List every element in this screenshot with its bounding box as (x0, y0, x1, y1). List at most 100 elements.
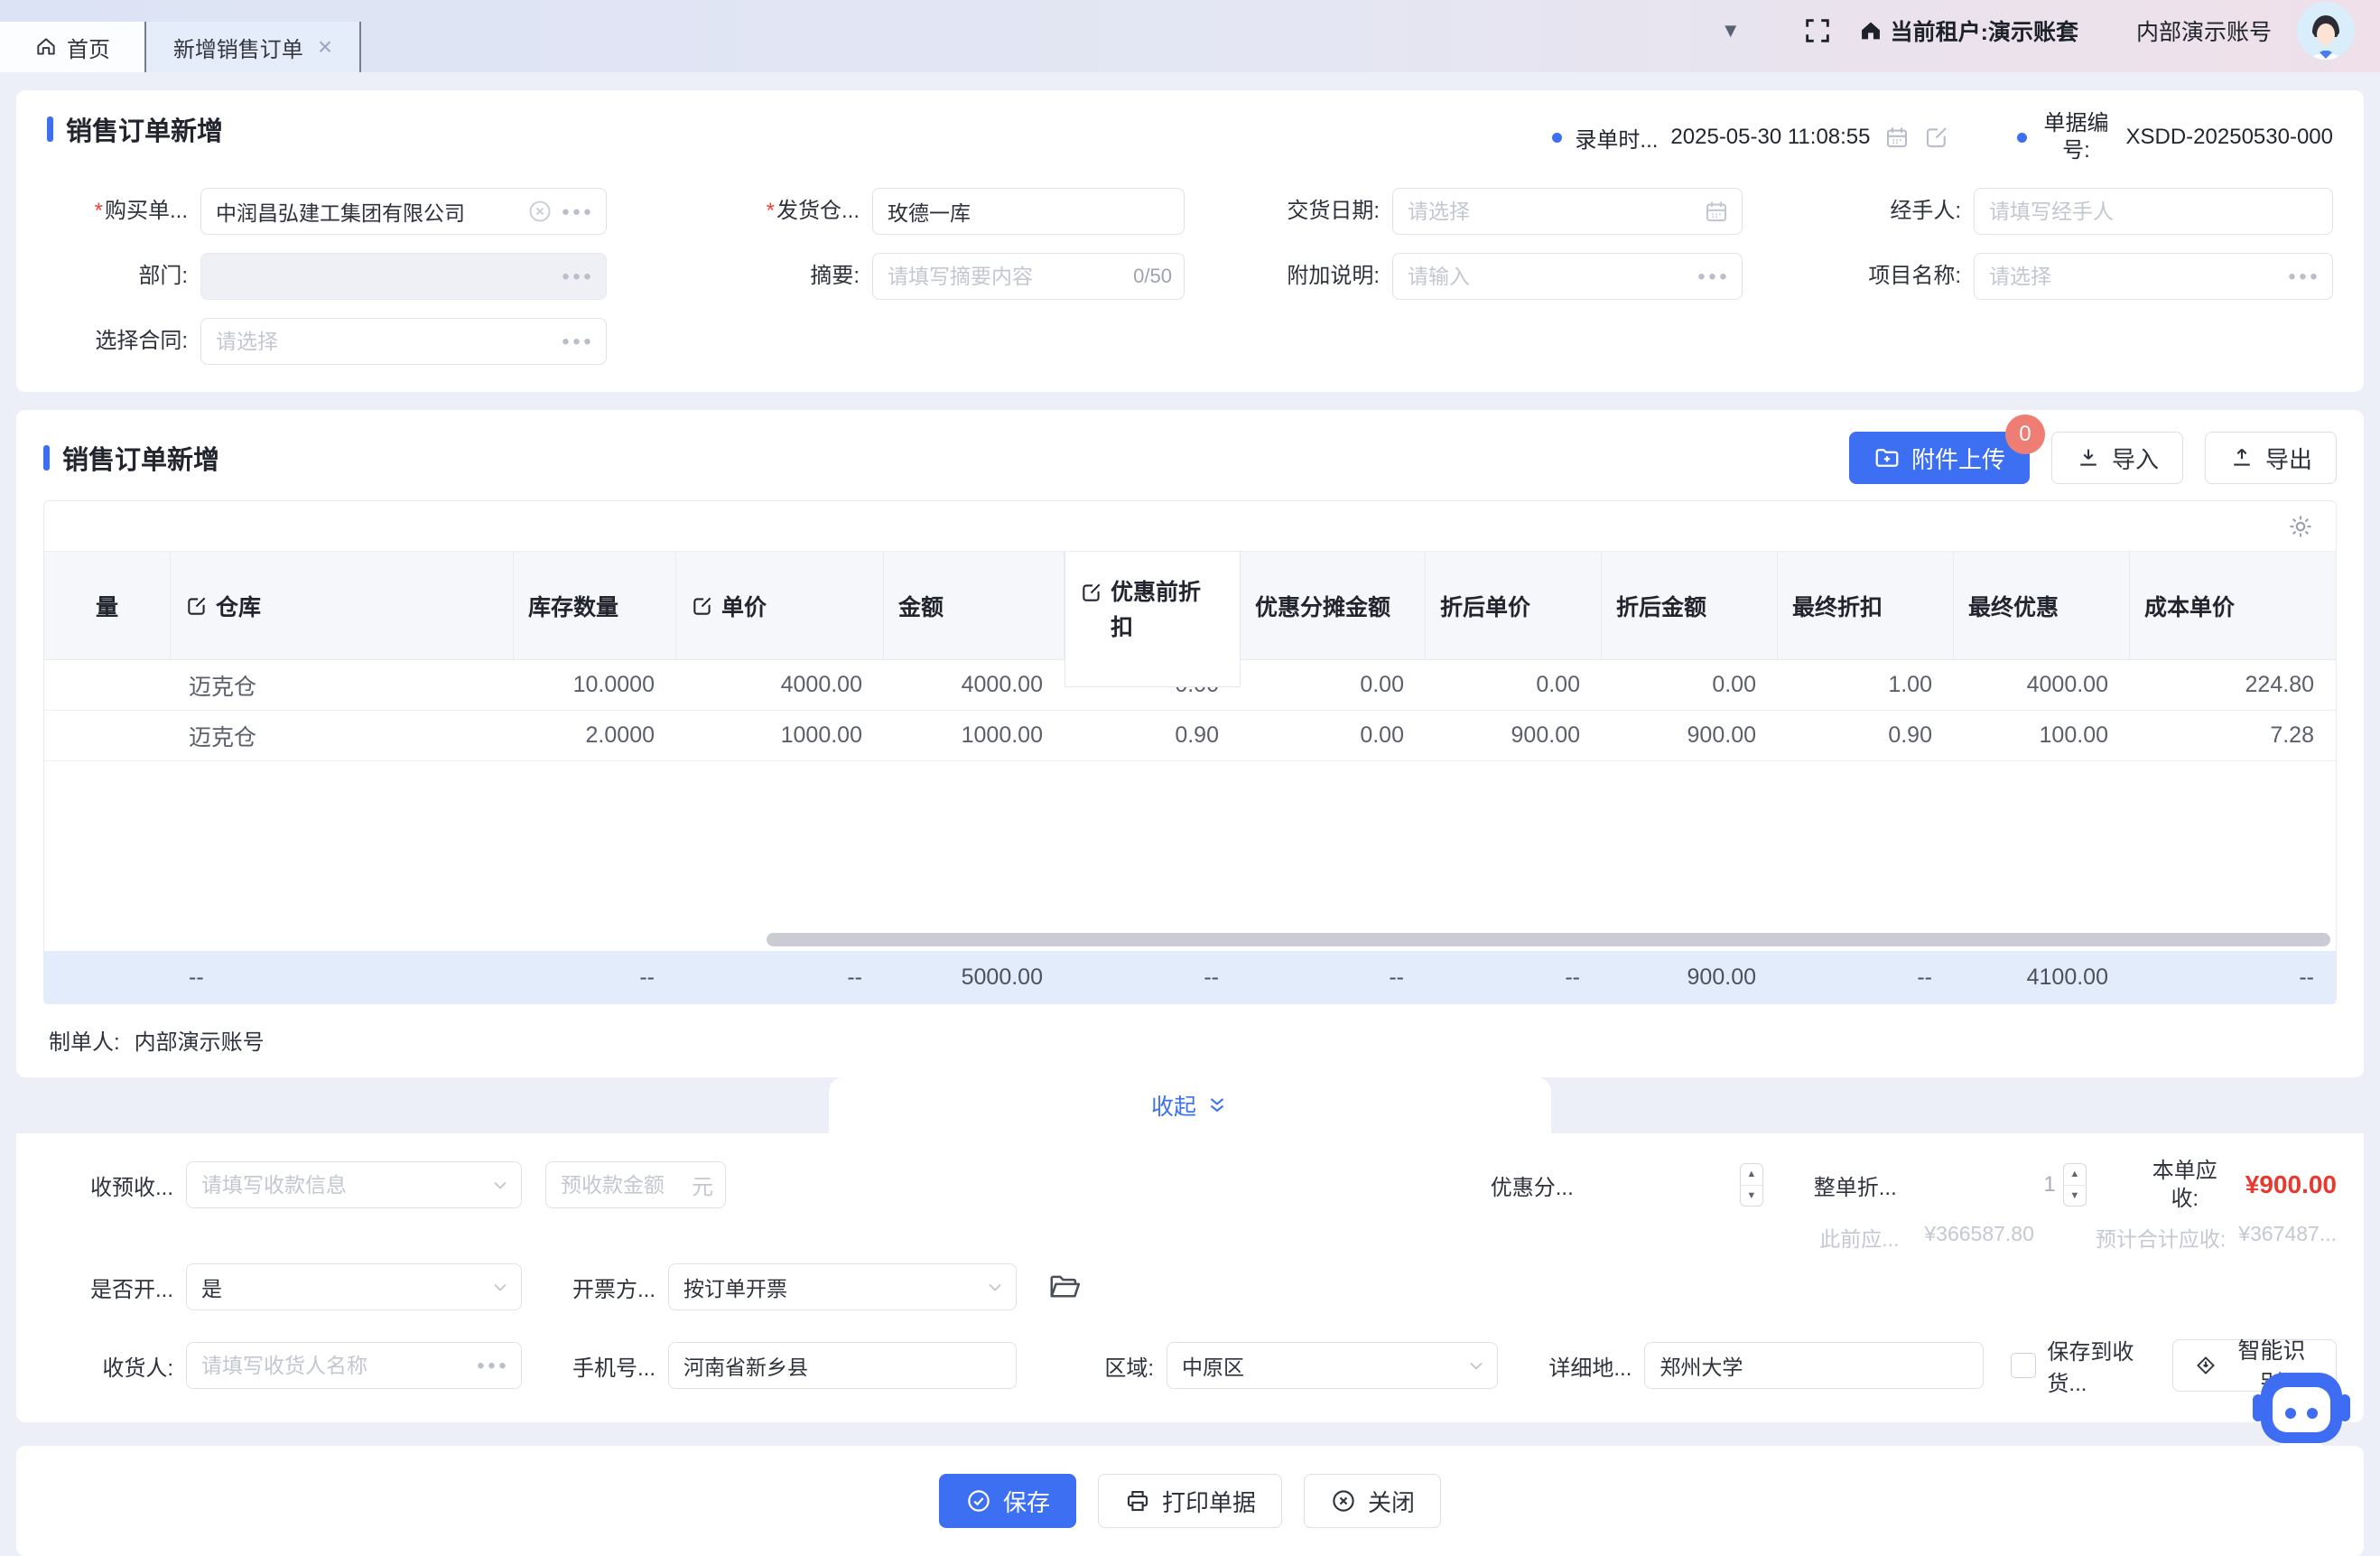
tab-bar: 首页 新增销售订单 × (0, 0, 361, 72)
doc-no-label: 单据编号: (2040, 110, 2114, 164)
avatar[interactable] (2297, 2, 2355, 60)
warehouse-input[interactable] (872, 188, 1185, 235)
table-summary-row: -- -- -- 5000.00 -- -- -- 900.00 -- 4100… (44, 951, 2336, 1003)
column-header[interactable]: 单价 (676, 552, 884, 659)
invoice-row: 是否开... 开票方... (43, 1263, 2337, 1310)
summary-field: 摘要: 0/50 (643, 253, 1221, 300)
maker-line: 制单人: 内部演示账号 (49, 1024, 2337, 1056)
calendar-icon[interactable] (1703, 198, 1730, 225)
save-address-checkbox[interactable] (2011, 1353, 2036, 1378)
prepay-select[interactable] (186, 1161, 522, 1208)
import-button[interactable]: 导入 (2051, 432, 2183, 484)
column-header[interactable]: 最终折扣 (1778, 552, 1954, 659)
column-header[interactable]: 优惠分摊金额 (1241, 552, 1426, 659)
address-input[interactable] (1644, 1342, 1984, 1389)
required-mark: * (95, 199, 103, 223)
column-header[interactable]: 金额 (884, 552, 1064, 659)
home-filled-icon (1858, 18, 1883, 43)
more-options-icon[interactable]: ●●● (562, 204, 594, 219)
tenant-info[interactable]: 当前租户:演示账套 (1858, 14, 2078, 47)
note-input[interactable] (1392, 253, 1743, 300)
department-label: 部门: (47, 264, 200, 290)
calendar-icon[interactable] (1883, 124, 1911, 151)
receivable-amount: ¥900.00 (2245, 1170, 2337, 1199)
tab-new-sales-order[interactable]: 新增销售订单 × (144, 22, 361, 72)
order-header-card: 销售订单新增 录单时... 2025-05-30 11:08:55 单据编号: … (16, 90, 2364, 392)
delivery-row: 收货人: ●●● 手机号... 区域: 详细地... 保存到收货... (43, 1334, 2337, 1397)
phone-input[interactable] (668, 1342, 1017, 1389)
whole-discount-label: 整单折... (1814, 1169, 1910, 1201)
footer-action-bar: 保存 打印单据 关闭 (16, 1446, 2364, 1556)
contract-input[interactable] (200, 318, 607, 365)
order-detail-card: 销售订单新增 附件上传 0 导入 (16, 410, 2364, 1077)
export-button[interactable]: 导出 (2205, 432, 2337, 484)
handler-label: 经手人: (1779, 199, 1974, 225)
chatbot-icon[interactable] (2248, 1353, 2355, 1459)
address-label: 详细地... (1518, 1350, 1644, 1382)
chevron-down-icon (489, 1276, 511, 1298)
note-field: 附加说明: ●●● (1221, 253, 1779, 300)
open-folder-icon[interactable] (1047, 1270, 1082, 1304)
double-chevron-down-icon (1205, 1094, 1229, 1117)
whole-discount-value[interactable]: 1 (1910, 1172, 2063, 1197)
edit-icon[interactable] (1923, 124, 1950, 151)
delivery-date-input[interactable] (1392, 188, 1743, 235)
consignee-input[interactable] (186, 1342, 522, 1389)
invoice-flag-select[interactable] (186, 1263, 522, 1310)
note-label: 附加说明: (1221, 264, 1392, 290)
fullscreen-icon[interactable] (1802, 15, 1833, 46)
tab-order-label: 新增销售订单 (173, 32, 303, 63)
scrollbar-thumb[interactable] (767, 933, 2330, 946)
column-header[interactable]: 成本单价 (2130, 552, 2336, 659)
edit-cell-icon (1080, 581, 1103, 604)
required-mark: * (767, 199, 775, 223)
discount-share-label: 优惠分... (1491, 1169, 1586, 1201)
tab-home[interactable]: 首页 (0, 22, 144, 72)
column-header[interactable]: 库存数量 (514, 552, 676, 659)
project-field: 项目名称: ●●● (1779, 253, 2333, 300)
attachment-upload-button[interactable]: 附件上传 0 (1849, 432, 2030, 484)
topbar-right: ▼ 当前租户:演示账套 内部演示账号 (1721, 0, 2380, 72)
more-options-icon[interactable]: ●●● (2288, 269, 2320, 284)
print-button[interactable]: 打印单据 (1098, 1474, 1282, 1528)
column-header[interactable]: 量 (44, 552, 171, 659)
more-options-icon[interactable]: ●●● (562, 269, 594, 284)
edit-cell-icon (185, 594, 209, 618)
department-field: 部门: ●●● (47, 253, 643, 300)
number-spinner[interactable]: ▲▼ (1740, 1163, 1763, 1207)
spinner-up-icon: ▲ (1741, 1164, 1762, 1186)
column-header[interactable]: 折后金额 (1602, 552, 1778, 659)
column-header[interactable]: 仓库 (171, 552, 514, 659)
record-time-label: 录单时... (1575, 122, 1658, 154)
previous-receivable-label: 此前应... (1819, 1222, 1899, 1253)
collapse-button[interactable]: 收起 (829, 1077, 1551, 1133)
column-header[interactable]: 优惠前折扣 (1064, 552, 1241, 687)
gear-icon[interactable] (2287, 513, 2314, 540)
chevron-down-icon[interactable]: ▼ (1721, 19, 1741, 42)
maker-value: 内部演示账号 (135, 1024, 265, 1056)
x-circle-icon (1330, 1487, 1357, 1514)
table-row[interactable]: 迈克仓 2.0000 1000.00 1000.00 0.90 0.00 900… (44, 711, 2336, 761)
close-button[interactable]: 关闭 (1304, 1474, 1441, 1528)
attachment-count-badge: 0 (2005, 415, 2045, 454)
download-icon (2076, 445, 2101, 471)
invoice-method-label: 开票方... (533, 1272, 668, 1303)
number-spinner[interactable]: ▲▼ (2063, 1163, 2087, 1207)
contract-label: 选择合同: (47, 329, 200, 355)
column-header[interactable]: 最终优惠 (1954, 552, 2130, 659)
more-options-icon[interactable]: ●●● (477, 1358, 509, 1374)
project-input[interactable] (1974, 253, 2333, 300)
save-button[interactable]: 保存 (939, 1474, 1076, 1528)
more-options-icon[interactable]: ●●● (1697, 269, 1730, 284)
more-options-icon[interactable]: ●●● (562, 334, 594, 349)
invoice-method-select[interactable] (668, 1263, 1017, 1310)
clear-icon[interactable] (527, 199, 553, 224)
handler-input[interactable] (1974, 188, 2333, 235)
account-name[interactable]: 内部演示账号 (2136, 14, 2272, 47)
tab-home-label: 首页 (67, 32, 110, 63)
department-input[interactable] (200, 253, 607, 300)
column-header[interactable]: 折后单价 (1426, 552, 1602, 659)
close-icon[interactable]: × (318, 33, 332, 61)
previous-receivable-value: ¥366587.80 (1924, 1222, 2034, 1253)
region-select[interactable] (1167, 1342, 1498, 1389)
